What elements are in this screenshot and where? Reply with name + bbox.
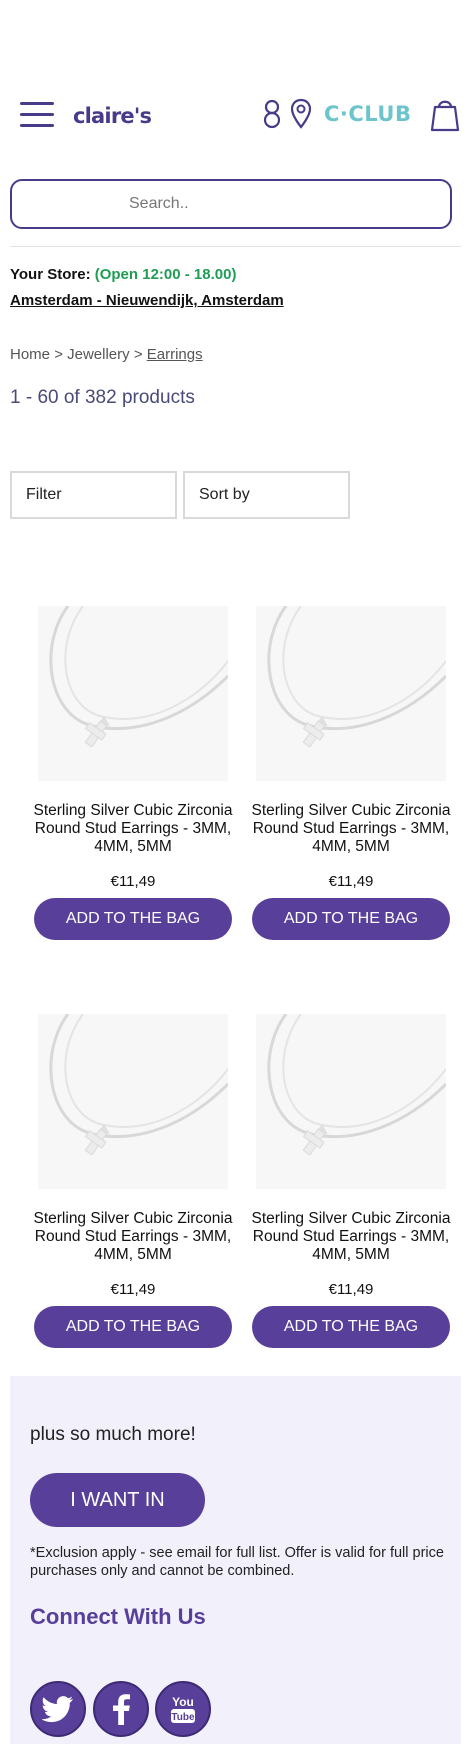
add-to-bag-button[interactable]: ADD TO THE BAG xyxy=(34,898,232,940)
filter-button[interactable]: Filter xyxy=(10,471,177,519)
add-to-bag-button[interactable]: ADD TO THE BAG xyxy=(252,1306,450,1348)
menu-icon[interactable] xyxy=(20,102,54,130)
product-image[interactable] xyxy=(256,606,446,781)
facebook-icon[interactable] xyxy=(93,1681,149,1737)
product-image[interactable] xyxy=(38,1014,228,1189)
promo-text: plus so much more! xyxy=(30,1424,196,1445)
store-locator-icon[interactable] xyxy=(290,98,312,130)
youtube-icon[interactable]: You Tube xyxy=(155,1681,211,1737)
site-header: claire's C·CLUB xyxy=(0,90,474,146)
product-price: €11,49 xyxy=(328,873,374,890)
breadcrumb-earrings[interactable]: Earrings xyxy=(147,346,203,363)
connect-heading: Connect With Us xyxy=(30,1604,206,1629)
breadcrumb-separator: > xyxy=(133,346,143,363)
product-card[interactable]: Sterling Silver Cubic Zirconia Round Stu… xyxy=(246,606,456,940)
product-price: €11,49 xyxy=(110,873,156,890)
sort-by-button[interactable]: Sort by xyxy=(183,471,350,519)
breadcrumb-jewellery[interactable]: Jewellery xyxy=(67,346,130,363)
breadcrumb: Home > Jewellery > Earrings xyxy=(10,346,203,363)
svg-text:You: You xyxy=(172,1695,194,1709)
account-icon[interactable] xyxy=(262,98,282,130)
product-name[interactable]: Sterling Silver Cubic Zirconia Round Stu… xyxy=(246,802,456,856)
product-name[interactable]: Sterling Silver Cubic Zirconia Round Stu… xyxy=(28,802,238,856)
breadcrumb-home[interactable]: Home xyxy=(10,346,50,363)
search-box xyxy=(10,179,452,229)
promo-section: plus so much more! I WANT IN *Exclusion … xyxy=(10,1376,461,1744)
exclusion-note: *Exclusion apply - see email for full li… xyxy=(30,1545,444,1579)
svg-text:Tube: Tube xyxy=(171,1712,195,1723)
product-image[interactable] xyxy=(38,606,228,781)
i-want-in-button[interactable]: I WANT IN xyxy=(30,1473,205,1527)
product-count: 1 - 60 of 382 products xyxy=(10,387,195,408)
product-card[interactable]: Sterling Silver Cubic Zirconia Round Stu… xyxy=(28,1014,238,1348)
add-to-bag-button[interactable]: ADD TO THE BAG xyxy=(252,898,450,940)
divider xyxy=(10,246,461,247)
bag-icon[interactable] xyxy=(430,96,460,132)
breadcrumb-separator: > xyxy=(54,346,63,363)
product-card[interactable]: Sterling Silver Cubic Zirconia Round Stu… xyxy=(28,606,238,940)
product-card[interactable]: Sterling Silver Cubic Zirconia Round Stu… xyxy=(246,1014,456,1348)
product-price: €11,49 xyxy=(110,1281,156,1298)
product-image[interactable] xyxy=(256,1014,446,1189)
c-club-link[interactable]: C·CLUB xyxy=(324,102,412,126)
product-name[interactable]: Sterling Silver Cubic Zirconia Round Stu… xyxy=(28,1210,238,1264)
product-price: €11,49 xyxy=(328,1281,374,1298)
claires-logo[interactable]: claire's xyxy=(73,104,152,128)
product-name[interactable]: Sterling Silver Cubic Zirconia Round Stu… xyxy=(246,1210,456,1264)
store-info: Your Store: (Open 12:00 - 18.00) xyxy=(10,266,236,283)
search-input[interactable] xyxy=(12,181,450,227)
store-name-link[interactable]: Amsterdam - Nieuwendijk, Amsterdam xyxy=(10,292,284,309)
twitter-icon[interactable] xyxy=(30,1681,86,1737)
store-hours: (Open 12:00 - 18.00) xyxy=(94,266,237,283)
store-label: Your Store: xyxy=(10,266,91,283)
add-to-bag-button[interactable]: ADD TO THE BAG xyxy=(34,1306,232,1348)
